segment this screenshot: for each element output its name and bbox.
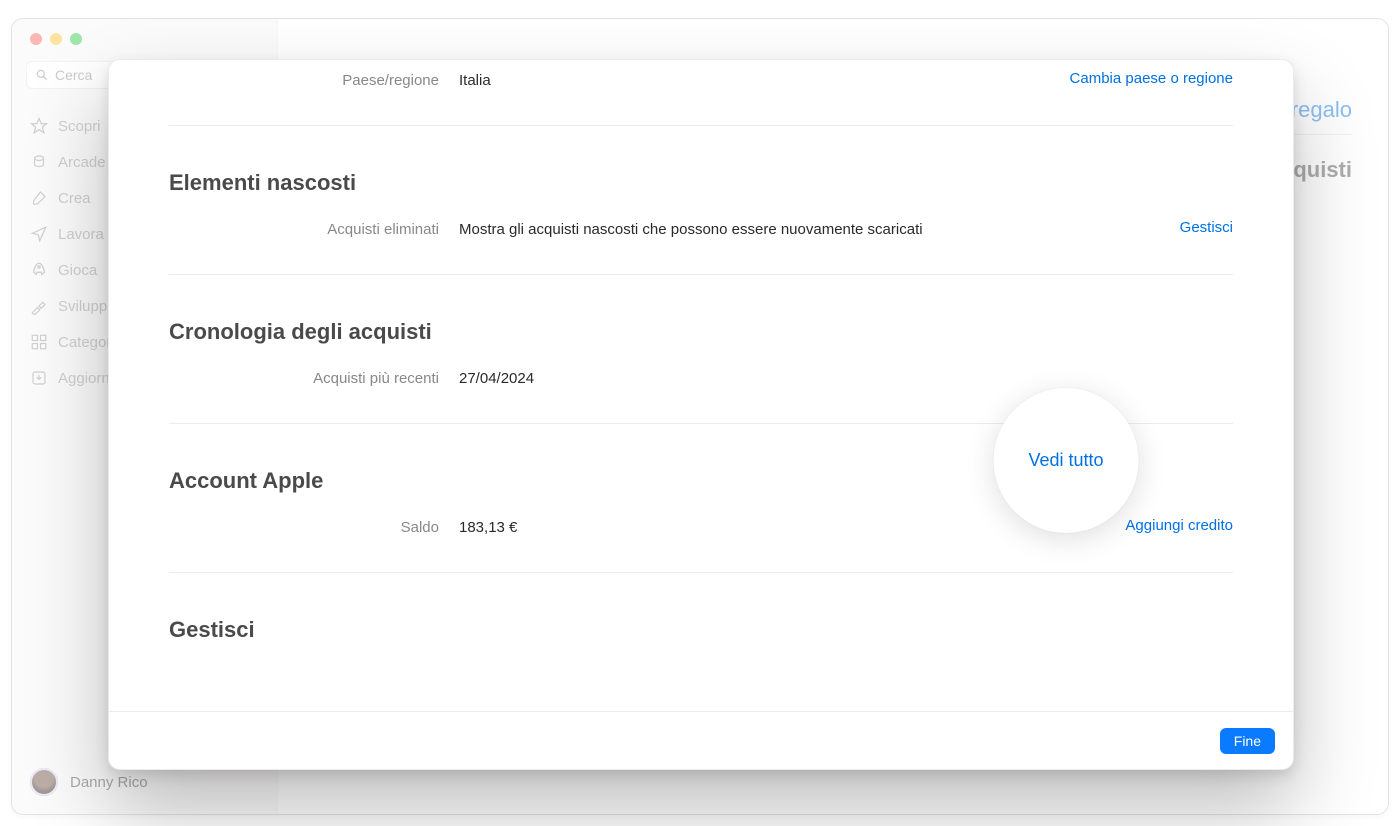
done-button[interactable]: Fine — [1220, 728, 1275, 754]
see-all-link[interactable]: Vedi tutto — [1028, 450, 1103, 471]
arcade-icon — [30, 153, 48, 171]
modal-body: Paese/regione Italia Cambia paese o regi… — [109, 60, 1293, 711]
country-region-label: Paese/regione — [169, 70, 459, 92]
fullscreen-window-button[interactable] — [70, 33, 82, 45]
highlight-magnifier: Vedi tutto — [994, 388, 1139, 533]
removed-purchases-desc: Mostra gli acquisti nascosti che possono… — [459, 219, 939, 241]
add-credit-link[interactable]: Aggiungi credito — [1125, 517, 1233, 534]
separator — [169, 572, 1233, 573]
hidden-items-title: Elementi nascosti — [169, 170, 1233, 196]
change-country-link[interactable]: Cambia paese o regione — [1070, 70, 1233, 87]
window-controls — [12, 19, 277, 53]
separator — [169, 125, 1233, 126]
most-recent-date: 27/04/2024 — [459, 368, 939, 390]
avatar — [30, 768, 58, 796]
balance-label: Saldo — [169, 517, 459, 539]
minimize-window-button[interactable] — [50, 33, 62, 45]
hammer-icon — [30, 297, 48, 315]
separator — [169, 274, 1233, 275]
country-region-row: Paese/regione Italia Cambia paese o regi… — [169, 60, 1233, 97]
sidebar-item-label: Lavora — [58, 226, 104, 243]
country-region-value: Italia — [459, 70, 939, 92]
purchase-history-title: Cronologia degli acquisti — [169, 319, 1233, 345]
gift-link[interactable]: regalo — [1291, 97, 1352, 123]
brush-icon — [30, 189, 48, 207]
sidebar-item-label: Scopri — [58, 118, 101, 135]
user-name: Danny Rico — [70, 774, 148, 791]
manage-hidden-link[interactable]: Gestisci — [1180, 219, 1233, 236]
search-placeholder: Cerca — [55, 67, 92, 83]
rocket-icon — [30, 261, 48, 279]
sidebar-item-label: Sviluppa — [58, 298, 116, 315]
download-icon — [30, 369, 48, 387]
account-settings-modal: Paese/regione Italia Cambia paese o regi… — [108, 59, 1294, 770]
most-recent-label: Acquisti più recenti — [169, 368, 459, 390]
modal-footer: Fine — [109, 711, 1293, 769]
search-icon — [35, 68, 49, 82]
star-icon — [30, 117, 48, 135]
removed-purchases-label: Acquisti eliminati — [169, 219, 459, 241]
close-window-button[interactable] — [30, 33, 42, 45]
grid-icon — [30, 333, 48, 351]
sidebar-item-label: Crea — [58, 190, 91, 207]
removed-purchases-row: Acquisti eliminati Mostra gli acquisti n… — [169, 214, 1233, 246]
manage-title: Gestisci — [169, 617, 1233, 643]
sidebar-item-label: Gioca — [58, 262, 97, 279]
balance-value: 183,13 € — [459, 517, 939, 539]
sidebar-item-label: Arcade — [58, 154, 106, 171]
paperplane-icon — [30, 225, 48, 243]
